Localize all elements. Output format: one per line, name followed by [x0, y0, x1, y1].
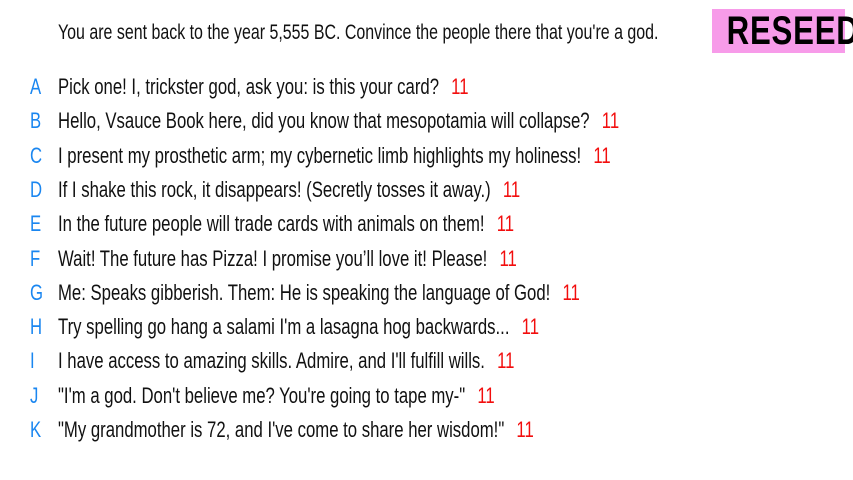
option-line: I present my prosthetic arm; my cybernet…: [58, 141, 785, 171]
option-letter: D: [30, 176, 43, 202]
option-row-b[interactable]: B Hello, Vsauce Book here, did you know t…: [0, 106, 853, 136]
option-letter: I: [30, 348, 35, 374]
reseed-button[interactable]: RESEED: [712, 9, 853, 53]
option-line: Wait! The future has Pizza! I promise yo…: [58, 244, 662, 274]
option-letter: F: [30, 245, 41, 271]
option-score: 11: [516, 417, 534, 442]
option-row-a[interactable]: A Pick one! I, trickster god, ask you: is…: [0, 72, 853, 102]
option-letter: B: [30, 108, 42, 134]
option-letter: J: [30, 382, 39, 408]
option-score: 11: [477, 382, 495, 408]
option-text: Hello, Vsauce Book here, did you know th…: [58, 108, 590, 134]
option-line: If I shake this rock, it disappears! (Se…: [58, 175, 666, 205]
option-score: 11: [497, 348, 515, 374]
option-score: 11: [451, 74, 469, 99]
option-score: 11: [593, 142, 611, 168]
option-line: In the future people will trade cards wi…: [58, 209, 658, 239]
option-row-i[interactable]: I I have access to amazing skills. Admire…: [0, 346, 853, 376]
option-line: I have access to amazing skills. Admire,…: [58, 346, 659, 376]
option-text: I have access to amazing skills. Admire,…: [58, 348, 485, 374]
option-letter: A: [30, 74, 42, 99]
option-letter: E: [30, 211, 42, 237]
option-row-h[interactable]: H Try spelling go hang a salami I'm a las…: [0, 312, 853, 342]
option-text: Me: Speaks gibberish. Them: He is speaki…: [58, 279, 551, 305]
option-line: "I'm a god. Don't believe me? You're goi…: [58, 381, 633, 411]
option-text: In the future people will trade cards wi…: [58, 211, 485, 237]
option-row-f[interactable]: F Wait! The future has Pizza! I promise y…: [0, 244, 853, 274]
option-letter: G: [30, 279, 44, 305]
option-line: Pick one! I, trickster god, ask you: is …: [58, 72, 598, 102]
option-letter: C: [30, 142, 43, 168]
reseed-label: RESEED: [726, 9, 853, 53]
option-text: "My grandmother is 72, and I've come to …: [58, 417, 505, 442]
option-row-j[interactable]: J "I'm a god. Don't believe me? You're go…: [0, 381, 853, 411]
option-line: Hello, Vsauce Book here, did you know th…: [58, 106, 796, 136]
option-score: 11: [502, 176, 521, 202]
option-line: "My grandmother is 72, and I've come to …: [58, 415, 684, 445]
option-line: Try spelling go hang a salami I'm a lasa…: [58, 312, 691, 342]
option-score: 11: [521, 314, 539, 340]
option-text: If I shake this rock, it disappears! (Se…: [58, 176, 491, 202]
option-score: 11: [562, 279, 580, 305]
option-text: Pick one! I, trickster god, ask you: is …: [58, 74, 440, 99]
prompt-label: You are sent back to the year 5,555 BC. …: [58, 21, 659, 44]
option-row-g[interactable]: G Me: Speaks gibberish. Them: He is speak…: [0, 278, 853, 308]
option-score: 11: [601, 108, 620, 134]
option-score: 11: [499, 245, 517, 271]
option-row-c[interactable]: C I present my prosthetic arm; my cyberne…: [0, 141, 853, 171]
option-text: Try spelling go hang a salami I'm a lasa…: [58, 314, 510, 340]
option-row-d[interactable]: D If I shake this rock, it disappears! (S…: [0, 175, 853, 205]
option-text: I present my prosthetic arm; my cybernet…: [58, 142, 582, 168]
option-text: Wait! The future has Pizza! I promise yo…: [58, 245, 488, 271]
option-row-k[interactable]: K "My grandmother is 72, and I've come to…: [0, 415, 853, 445]
option-letter: H: [30, 314, 43, 340]
option-line: Me: Speaks gibberish. Them: He is speaki…: [58, 278, 745, 308]
option-score: 11: [496, 211, 515, 237]
option-row-e[interactable]: E In the future people will trade cards w…: [0, 209, 853, 239]
option-text: "I'm a god. Don't believe me? You're goi…: [58, 382, 466, 408]
option-letter: K: [30, 417, 42, 442]
